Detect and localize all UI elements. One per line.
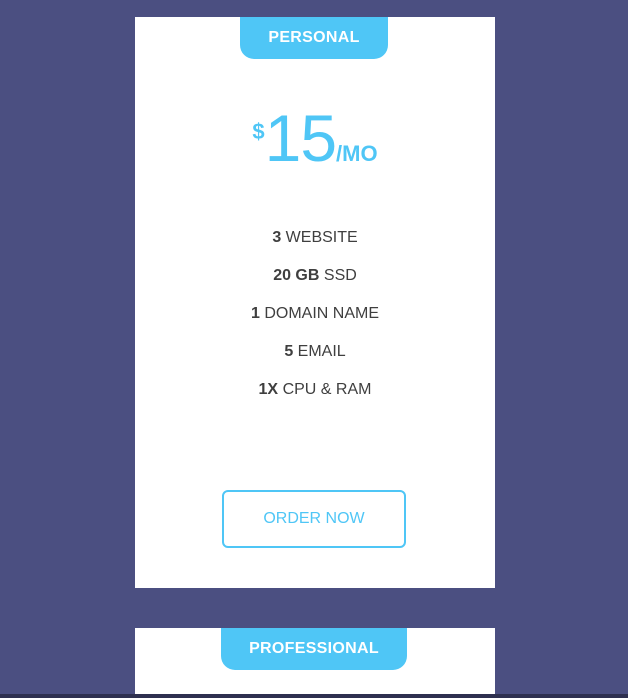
order-now-button[interactable]: ORDER NOW [222, 490, 406, 548]
price-period: /MO [336, 141, 378, 166]
pricing-card-personal: PERSONAL $15/MO 3 WEBSITE 20 GB SSD 1 DO… [135, 17, 495, 588]
feature-quantity: 5 [284, 343, 294, 360]
feature-quantity: 1 [250, 305, 260, 322]
feature-list: 3 WEBSITE 20 GB SSD 1 DOMAIN NAME 5 EMAI… [135, 228, 495, 418]
feature-label: SSD [323, 267, 357, 284]
feature-quantity: 3 [272, 229, 282, 246]
pricing-card-professional: PROFESSIONAL [135, 628, 495, 698]
price: $15/MO [135, 105, 495, 171]
feature-quantity: 1X [258, 381, 279, 398]
feature-label: DOMAIN NAME [264, 305, 380, 322]
price-currency: $ [252, 119, 265, 144]
feature-label: CPU & RAM [282, 381, 372, 398]
feature-item: 1 DOMAIN NAME [135, 304, 495, 342]
feature-item: 3 WEBSITE [135, 228, 495, 266]
feature-label: WEBSITE [285, 229, 358, 246]
plan-name-tab: PROFESSIONAL [221, 628, 407, 670]
feature-item: 1X CPU & RAM [135, 380, 495, 418]
window-bottom-edge [0, 694, 628, 698]
price-amount: 15 [264, 101, 337, 175]
feature-label: EMAIL [297, 343, 346, 360]
feature-quantity: 20 GB [273, 267, 320, 284]
feature-item: 5 EMAIL [135, 342, 495, 380]
feature-item: 20 GB SSD [135, 266, 495, 304]
plan-name-tab: PERSONAL [240, 17, 388, 59]
